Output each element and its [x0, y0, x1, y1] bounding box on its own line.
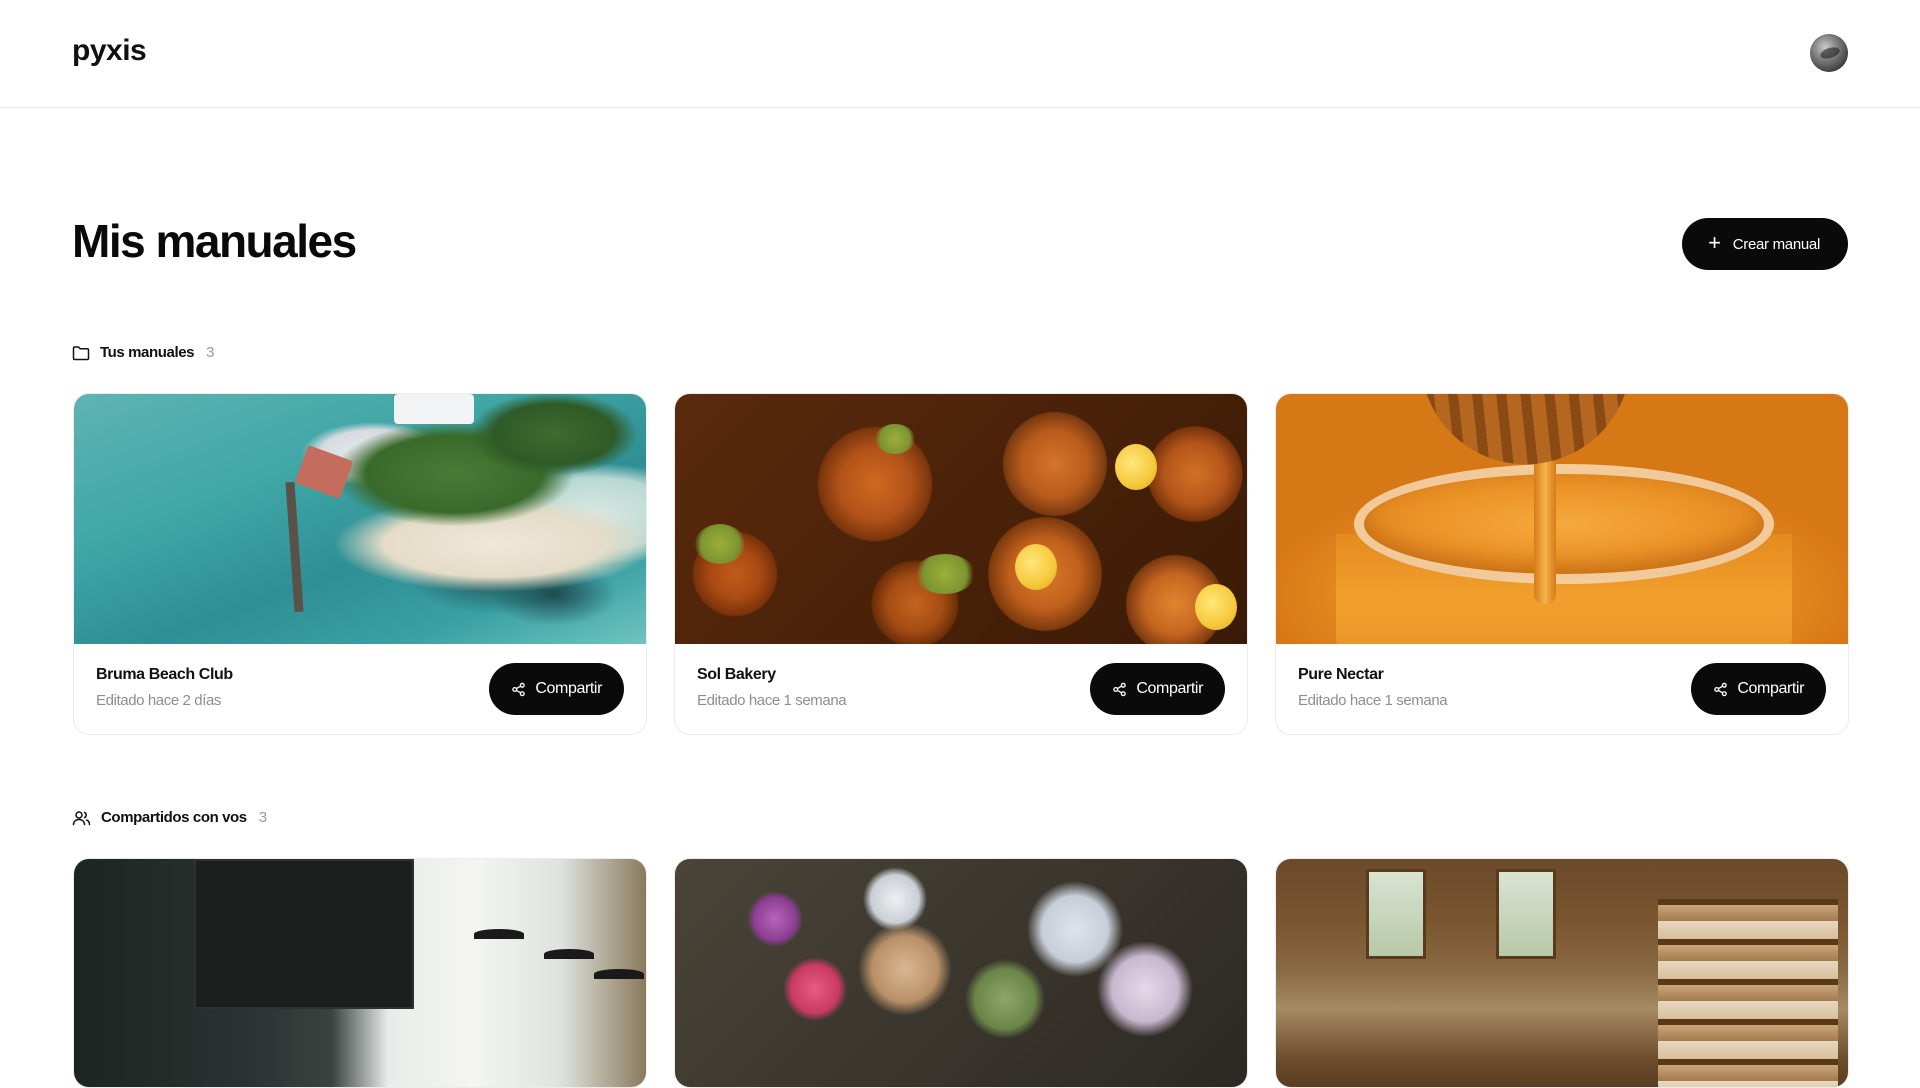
share-button[interactable]: Compartir [1090, 663, 1225, 715]
section-own-manuals: Tus manuales 3 [72, 344, 214, 361]
share-icon [512, 682, 526, 696]
thumbnail-detail [875, 424, 915, 454]
thumbnail-detail [1366, 869, 1426, 959]
card-footer: Pure Nectar Editado hace 1 semana Compar… [1276, 644, 1848, 734]
share-label: Compartir [535, 680, 602, 697]
page-title: Mis manuales [72, 215, 357, 267]
manual-card[interactable]: Sol Bakery Editado hace 1 semana Compart… [674, 393, 1248, 735]
section-shared-count: 3 [258, 809, 267, 826]
manual-edited-time: Editado hace 1 semana [697, 692, 847, 709]
share-label: Compartir [1737, 680, 1804, 697]
thumbnail-detail [1420, 394, 1642, 475]
card-footer: Sol Bakery Editado hace 1 semana Compart… [675, 644, 1247, 734]
manual-thumbnail[interactable] [675, 394, 1247, 644]
manual-edited-time: Editado hace 1 semana [1298, 692, 1448, 709]
thumbnail-detail [474, 929, 524, 939]
thumbnail-detail [1354, 464, 1774, 584]
users-icon [72, 810, 91, 825]
create-manual-label: Crear manual [1732, 235, 1821, 253]
top-bar: pyxis [0, 0, 1920, 108]
plus-icon: + [1708, 230, 1721, 255]
manual-card[interactable]: Pure Nectar Editado hace 1 semana Compar… [1275, 393, 1849, 735]
thumbnail-detail [695, 524, 745, 564]
section-own-count: 3 [206, 344, 215, 361]
card-footer: Bruma Beach Club Editado hace 2 días Com… [74, 644, 646, 734]
shared-manual-card[interactable] [73, 858, 647, 1088]
thumbnail-detail [544, 949, 594, 959]
share-button[interactable]: Compartir [1691, 663, 1826, 715]
shared-manual-card[interactable] [1275, 858, 1849, 1088]
thumbnail-detail [1658, 899, 1838, 1087]
shared-manual-card[interactable] [674, 858, 1248, 1088]
thumbnail-detail [594, 969, 644, 979]
manual-thumbnail[interactable] [74, 394, 646, 644]
manual-name[interactable]: Bruma Beach Club [96, 666, 233, 684]
thumbnail-detail [285, 481, 304, 613]
thumbnail-detail [294, 444, 354, 500]
thumbnail-detail [915, 554, 975, 594]
thumbnail-detail [1195, 584, 1237, 630]
thumbnail-detail [1115, 444, 1157, 490]
manual-card[interactable]: Bruma Beach Club Editado hace 2 días Com… [73, 393, 647, 735]
user-avatar[interactable] [1810, 34, 1848, 72]
share-button[interactable]: Compartir [489, 663, 624, 715]
thumbnail-detail [394, 394, 474, 424]
manual-name[interactable]: Sol Bakery [697, 666, 776, 684]
section-shared-manuals: Compartidos con vos 3 [72, 809, 267, 826]
create-manual-button[interactable]: + Crear manual [1682, 218, 1848, 270]
section-shared-label: Compartidos con vos [101, 809, 247, 826]
folder-icon [72, 345, 90, 360]
manual-thumbnail[interactable] [74, 859, 646, 1087]
manual-thumbnail[interactable] [1276, 394, 1848, 644]
share-icon [1714, 682, 1728, 696]
thumbnail-detail [1496, 869, 1556, 959]
thumbnail-detail [194, 859, 414, 1009]
manual-edited-time: Editado hace 2 días [96, 692, 221, 709]
manual-thumbnail[interactable] [675, 859, 1247, 1087]
manual-thumbnail[interactable] [1276, 859, 1848, 1087]
manual-name[interactable]: Pure Nectar [1298, 666, 1384, 684]
section-own-label: Tus manuales [100, 344, 195, 361]
share-label: Compartir [1136, 680, 1203, 697]
share-icon [1113, 682, 1127, 696]
thumbnail-detail [1015, 544, 1057, 590]
thumbnail-detail [1534, 454, 1556, 604]
app-logo[interactable]: pyxis [72, 34, 147, 68]
